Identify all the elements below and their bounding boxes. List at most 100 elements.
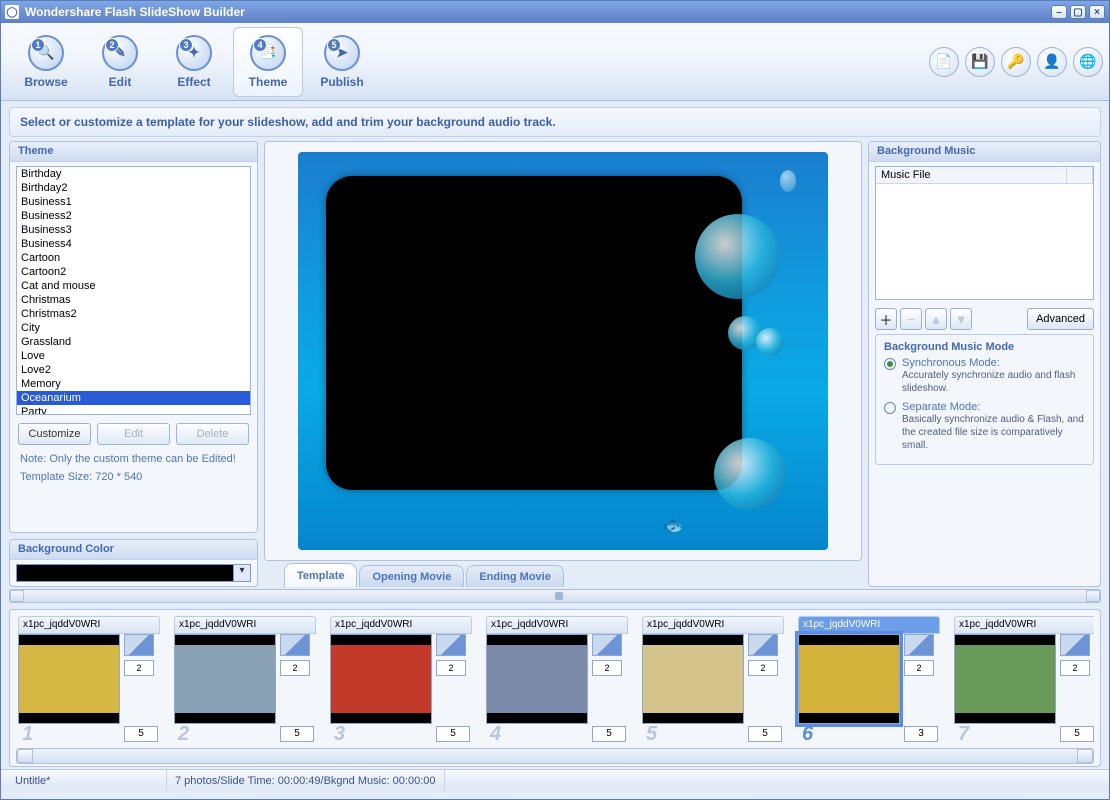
theme-item[interactable]: Birthday2 bbox=[17, 181, 250, 195]
theme-item[interactable]: Love bbox=[17, 349, 250, 363]
music-mode-box: Background Music Mode Synchronous Mode:A… bbox=[875, 334, 1094, 465]
music-mode-radio[interactable] bbox=[884, 402, 896, 414]
transition-icon[interactable] bbox=[280, 634, 310, 656]
transition-icon[interactable] bbox=[124, 634, 154, 656]
transition-icon[interactable] bbox=[436, 634, 466, 656]
music-mode-title: Background Music Mode bbox=[884, 341, 1085, 353]
clip-duration[interactable]: 5 bbox=[436, 726, 470, 742]
transition-duration[interactable]: 2 bbox=[904, 660, 934, 676]
maximize-button[interactable]: ▢ bbox=[1070, 5, 1086, 19]
theme-item[interactable]: Christmas bbox=[17, 293, 250, 307]
theme-item[interactable]: Oceanarium bbox=[17, 391, 250, 405]
transition-duration[interactable]: 2 bbox=[436, 660, 466, 676]
transition-icon[interactable] bbox=[904, 634, 934, 656]
user-icon[interactable]: 👤 bbox=[1037, 47, 1067, 77]
theme-item[interactable]: Business3 bbox=[17, 223, 250, 237]
clip-filename: x1pc_jqddV0WRI bbox=[642, 616, 784, 634]
tab-template[interactable]: Template bbox=[284, 563, 357, 587]
add-music-button[interactable]: ＋ bbox=[875, 308, 897, 330]
clip-duration[interactable]: 3 bbox=[904, 726, 938, 742]
clip-thumbnail[interactable] bbox=[642, 634, 744, 724]
advanced-button[interactable]: Advanced bbox=[1027, 308, 1094, 330]
clip-duration[interactable]: 5 bbox=[748, 726, 782, 742]
transition-duration[interactable]: 2 bbox=[124, 660, 154, 676]
edit-theme-button[interactable]: Edit bbox=[97, 423, 170, 445]
transition-duration[interactable]: 2 bbox=[280, 660, 310, 676]
theme-item[interactable]: Party bbox=[17, 405, 250, 415]
clip-duration[interactable]: 5 bbox=[1060, 726, 1094, 742]
toolbar-publish-button[interactable]: 5➤Publish bbox=[307, 27, 377, 97]
clip-thumbnail[interactable] bbox=[486, 634, 588, 724]
bubble-icon bbox=[756, 328, 784, 356]
theme-item[interactable]: Birthday bbox=[17, 167, 250, 181]
delete-theme-button[interactable]: Delete bbox=[176, 423, 249, 445]
theme-item[interactable]: Cat and mouse bbox=[17, 279, 250, 293]
transition-icon[interactable] bbox=[592, 634, 622, 656]
theme-item[interactable]: Business1 bbox=[17, 195, 250, 209]
globe-icon[interactable]: 🌐 bbox=[1073, 47, 1103, 77]
close-button[interactable]: × bbox=[1089, 5, 1105, 19]
minimize-button[interactable]: – bbox=[1051, 5, 1067, 19]
music-mode-label: Synchronous Mode: bbox=[902, 357, 1085, 369]
clip-index: 7 bbox=[958, 723, 969, 744]
save-icon[interactable]: 💾 bbox=[965, 47, 995, 77]
timeline-clip[interactable]: x1pc_jqddV0WRI263 bbox=[798, 616, 940, 744]
music-panel-title: Background Music bbox=[869, 142, 1100, 162]
clip-duration[interactable]: 5 bbox=[124, 726, 158, 742]
timeline-clip[interactable]: x1pc_jqddV0WRI215 bbox=[18, 616, 160, 744]
clip-thumbnail[interactable] bbox=[18, 634, 120, 724]
theme-item[interactable]: Love2 bbox=[17, 363, 250, 377]
clip-duration[interactable]: 5 bbox=[280, 726, 314, 742]
clip-duration[interactable]: 5 bbox=[592, 726, 626, 742]
theme-item[interactable]: City bbox=[17, 321, 250, 335]
toolbar-theme-button[interactable]: 4📑Theme bbox=[233, 27, 303, 97]
status-info: 7 photos/Slide Time: 00:00:49/Bkgnd Musi… bbox=[167, 770, 445, 791]
clip-thumbnail[interactable] bbox=[330, 634, 432, 724]
theme-item[interactable]: Cartoon bbox=[17, 251, 250, 265]
music-mode-desc: Accurately synchronize audio and flash s… bbox=[902, 369, 1085, 395]
clip-filename: x1pc_jqddV0WRI bbox=[174, 616, 316, 634]
timeline-clip[interactable]: x1pc_jqddV0WRI235 bbox=[330, 616, 472, 744]
toolbar-edit-button[interactable]: 2✎Edit bbox=[85, 27, 155, 97]
transition-duration[interactable]: 2 bbox=[592, 660, 622, 676]
theme-list[interactable]: BirthdayBirthday2Business1Business2Busin… bbox=[16, 166, 251, 415]
theme-item[interactable]: Business2 bbox=[17, 209, 250, 223]
timeline-scrollbar[interactable] bbox=[16, 748, 1094, 764]
move-up-button[interactable]: ▲ bbox=[925, 308, 947, 330]
timeline-clip[interactable]: x1pc_jqddV0WRI 2 2 5 bbox=[174, 616, 316, 744]
key-icon[interactable]: 🔑 bbox=[1001, 47, 1031, 77]
timeline-clip[interactable]: x1pc_jqddV0WRI275 bbox=[954, 616, 1094, 744]
timeline-clip[interactable]: x1pc_jqddV0WRI255 bbox=[642, 616, 784, 744]
tab-ending-movie[interactable]: Ending Movie bbox=[466, 565, 564, 587]
step-2-icon: 2✎ bbox=[102, 35, 138, 71]
tab-opening-movie[interactable]: Opening Movie bbox=[359, 565, 464, 587]
clip-index: 2 bbox=[178, 723, 189, 744]
transition-duration[interactable]: 2 bbox=[748, 660, 778, 676]
clip-thumbnail[interactable] bbox=[798, 634, 900, 724]
toolbar-browse-button[interactable]: 1🔍Browse bbox=[11, 27, 81, 97]
clip-thumbnail[interactable] bbox=[954, 634, 1056, 724]
theme-item[interactable]: Business4 bbox=[17, 237, 250, 251]
toolbar-effect-button[interactable]: 3✦Effect bbox=[159, 27, 229, 97]
timeline-clip[interactable]: x1pc_jqddV0WRI245 bbox=[486, 616, 628, 744]
remove-music-button[interactable]: − bbox=[900, 308, 922, 330]
status-bar: Untitle* 7 photos/Slide Time: 00:00:49/B… bbox=[1, 769, 1109, 791]
app-icon: ◯ bbox=[5, 5, 19, 19]
theme-item[interactable]: Memory bbox=[17, 377, 250, 391]
doc-icon[interactable]: 📄 bbox=[929, 47, 959, 77]
transition-icon[interactable] bbox=[748, 634, 778, 656]
theme-panel: Theme BirthdayBirthday2Business1Business… bbox=[9, 141, 258, 533]
theme-item[interactable]: Cartoon2 bbox=[17, 265, 250, 279]
theme-item[interactable]: Christmas2 bbox=[17, 307, 250, 321]
customize-button[interactable]: Customize bbox=[18, 423, 91, 445]
transition-duration[interactable]: 2 bbox=[1060, 660, 1090, 676]
music-panel: Background Music Music File ＋ − ▲ ▼ Adva… bbox=[868, 141, 1101, 587]
bgcolor-select[interactable] bbox=[16, 564, 251, 582]
mid-scrollbar[interactable] bbox=[9, 589, 1101, 603]
music-file-list[interactable]: Music File bbox=[875, 166, 1094, 300]
clip-thumbnail[interactable] bbox=[174, 634, 276, 724]
theme-item[interactable]: Grassland bbox=[17, 335, 250, 349]
move-down-button[interactable]: ▼ bbox=[950, 308, 972, 330]
music-mode-radio[interactable] bbox=[884, 358, 896, 370]
transition-icon[interactable] bbox=[1060, 634, 1090, 656]
